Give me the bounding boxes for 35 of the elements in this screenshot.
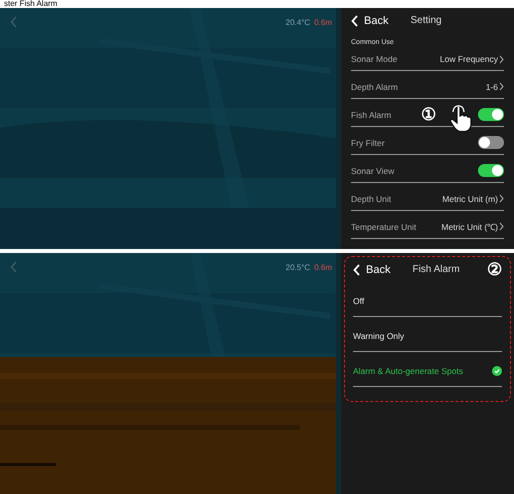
setting-label[interactable]: Warning Only <box>353 330 404 343</box>
setting-label: Sonar View <box>351 164 394 178</box>
setting-label: Fry Filter <box>351 136 385 150</box>
setting-label[interactable]: Off <box>353 295 364 308</box>
step-number: ① <box>421 106 436 124</box>
back-button[interactable]: Back <box>351 12 388 30</box>
toggle-switch[interactable] <box>478 136 504 150</box>
chevron-icon <box>499 194 504 204</box>
chevron-icon <box>499 82 504 92</box>
setting-label: Sonar Mode <box>351 53 398 66</box>
chevron-icon <box>499 222 504 232</box>
screen-title: Setting <box>410 14 442 28</box>
depth-reading: 0.6m <box>314 16 332 29</box>
setting-label: Depth Alarm <box>351 80 398 94</box>
setting-value[interactable]: Metric Unit (℃) <box>441 220 498 234</box>
toggle-switch[interactable] <box>478 164 504 178</box>
back-icon <box>351 14 359 27</box>
setting-value[interactable]: Metric Unit (m) <box>442 192 498 206</box>
setting-label: Temperature Unit <box>351 220 416 234</box>
back-button[interactable]: Back <box>353 262 390 278</box>
check-icon <box>492 366 502 376</box>
setting-value[interactable]: Low Frequency <box>440 53 498 66</box>
screen-title: Fish Alarm <box>412 263 460 278</box>
chevron-icon <box>499 54 504 64</box>
back-icon <box>353 264 361 276</box>
step-number: ② <box>487 261 502 278</box>
temperature-reading: 20.5°C <box>286 262 310 274</box>
depth-reading: 0.6m <box>314 262 332 274</box>
setting-label[interactable]: Alarm & Auto-generate Spots <box>353 365 464 378</box>
setting-label: Fish Alarm <box>351 108 392 122</box>
toggle-switch[interactable] <box>478 108 504 122</box>
setting-label: Depth Unit <box>351 192 392 206</box>
setting-value[interactable]: 1-6 <box>486 80 498 94</box>
caption: ster Fish Alarm <box>4 0 58 8</box>
temperature-reading: 20.4°C <box>286 16 310 29</box>
